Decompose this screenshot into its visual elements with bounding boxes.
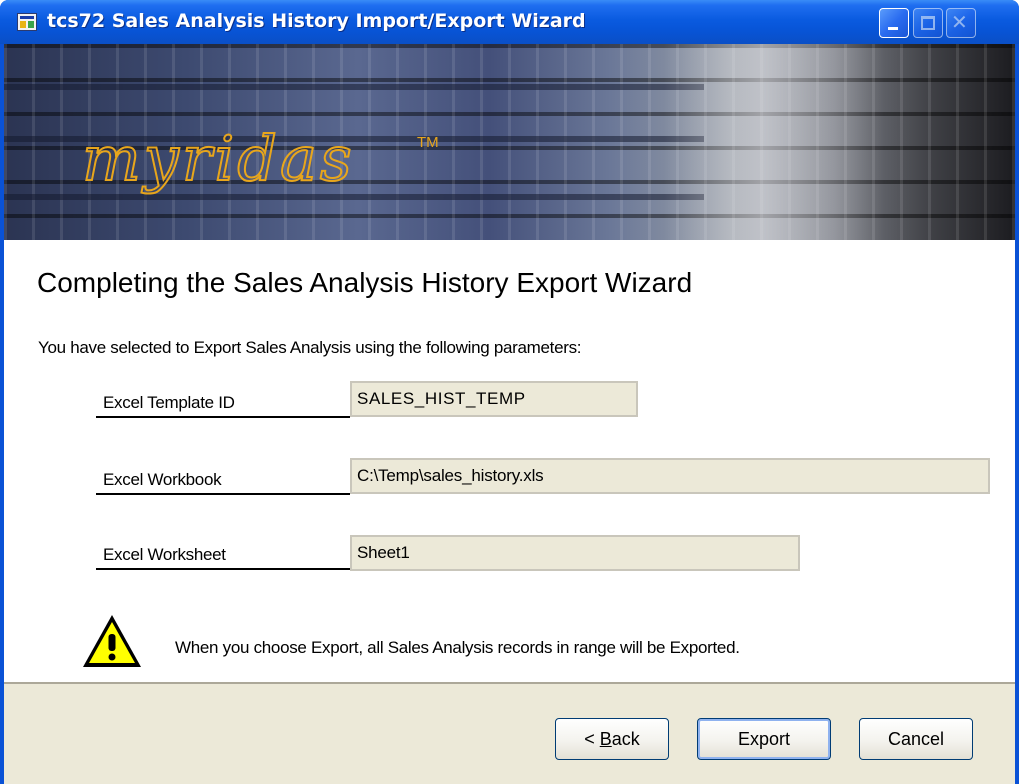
close-button: ✕: [946, 8, 976, 38]
maximize-button: [913, 8, 943, 38]
app-window-icon: [17, 13, 37, 31]
maximize-icon: [921, 16, 935, 30]
minimize-button[interactable]: [879, 8, 909, 38]
warning-icon: [83, 615, 141, 667]
button-panel: < Back Export Cancel: [4, 682, 1015, 784]
intro-text: You have selected to Export Sales Analys…: [38, 338, 582, 357]
template-id-field[interactable]: SALES_HIST_TEMP: [350, 381, 638, 417]
worksheet-label: Excel Worksheet: [96, 536, 350, 570]
window-title: tcs72 Sales Analysis History Import/Expo…: [47, 10, 586, 32]
myridas-logo: myridas: [81, 121, 355, 196]
trademark-mark: TM: [417, 134, 439, 151]
banner-image: myridas TM: [4, 44, 1015, 240]
page-title: Completing the Sales Analysis History Ex…: [37, 267, 693, 298]
template-id-label: Excel Template ID: [96, 384, 350, 418]
back-button[interactable]: < Back: [555, 718, 669, 760]
cancel-button[interactable]: Cancel: [859, 718, 973, 760]
wizard-client-area: myridas TM Completing the Sales Analysis…: [4, 44, 1015, 784]
back-label-rest: ack: [611, 729, 640, 749]
warning-message: When you choose Export, all Sales Analys…: [175, 638, 740, 657]
title-bar[interactable]: tcs72 Sales Analysis History Import/Expo…: [0, 0, 1019, 44]
back-mnemonic: B: [599, 729, 612, 749]
minimize-icon: [888, 27, 898, 30]
workbook-field[interactable]: C:\Temp\sales_history.xls: [350, 458, 990, 494]
close-icon: ✕: [951, 10, 968, 34]
worksheet-field[interactable]: Sheet1: [350, 535, 800, 571]
export-button[interactable]: Export: [697, 718, 831, 760]
workbook-label: Excel Workbook: [96, 461, 350, 495]
back-prefix: <: [584, 729, 600, 749]
wizard-window: tcs72 Sales Analysis History Import/Expo…: [0, 0, 1019, 784]
